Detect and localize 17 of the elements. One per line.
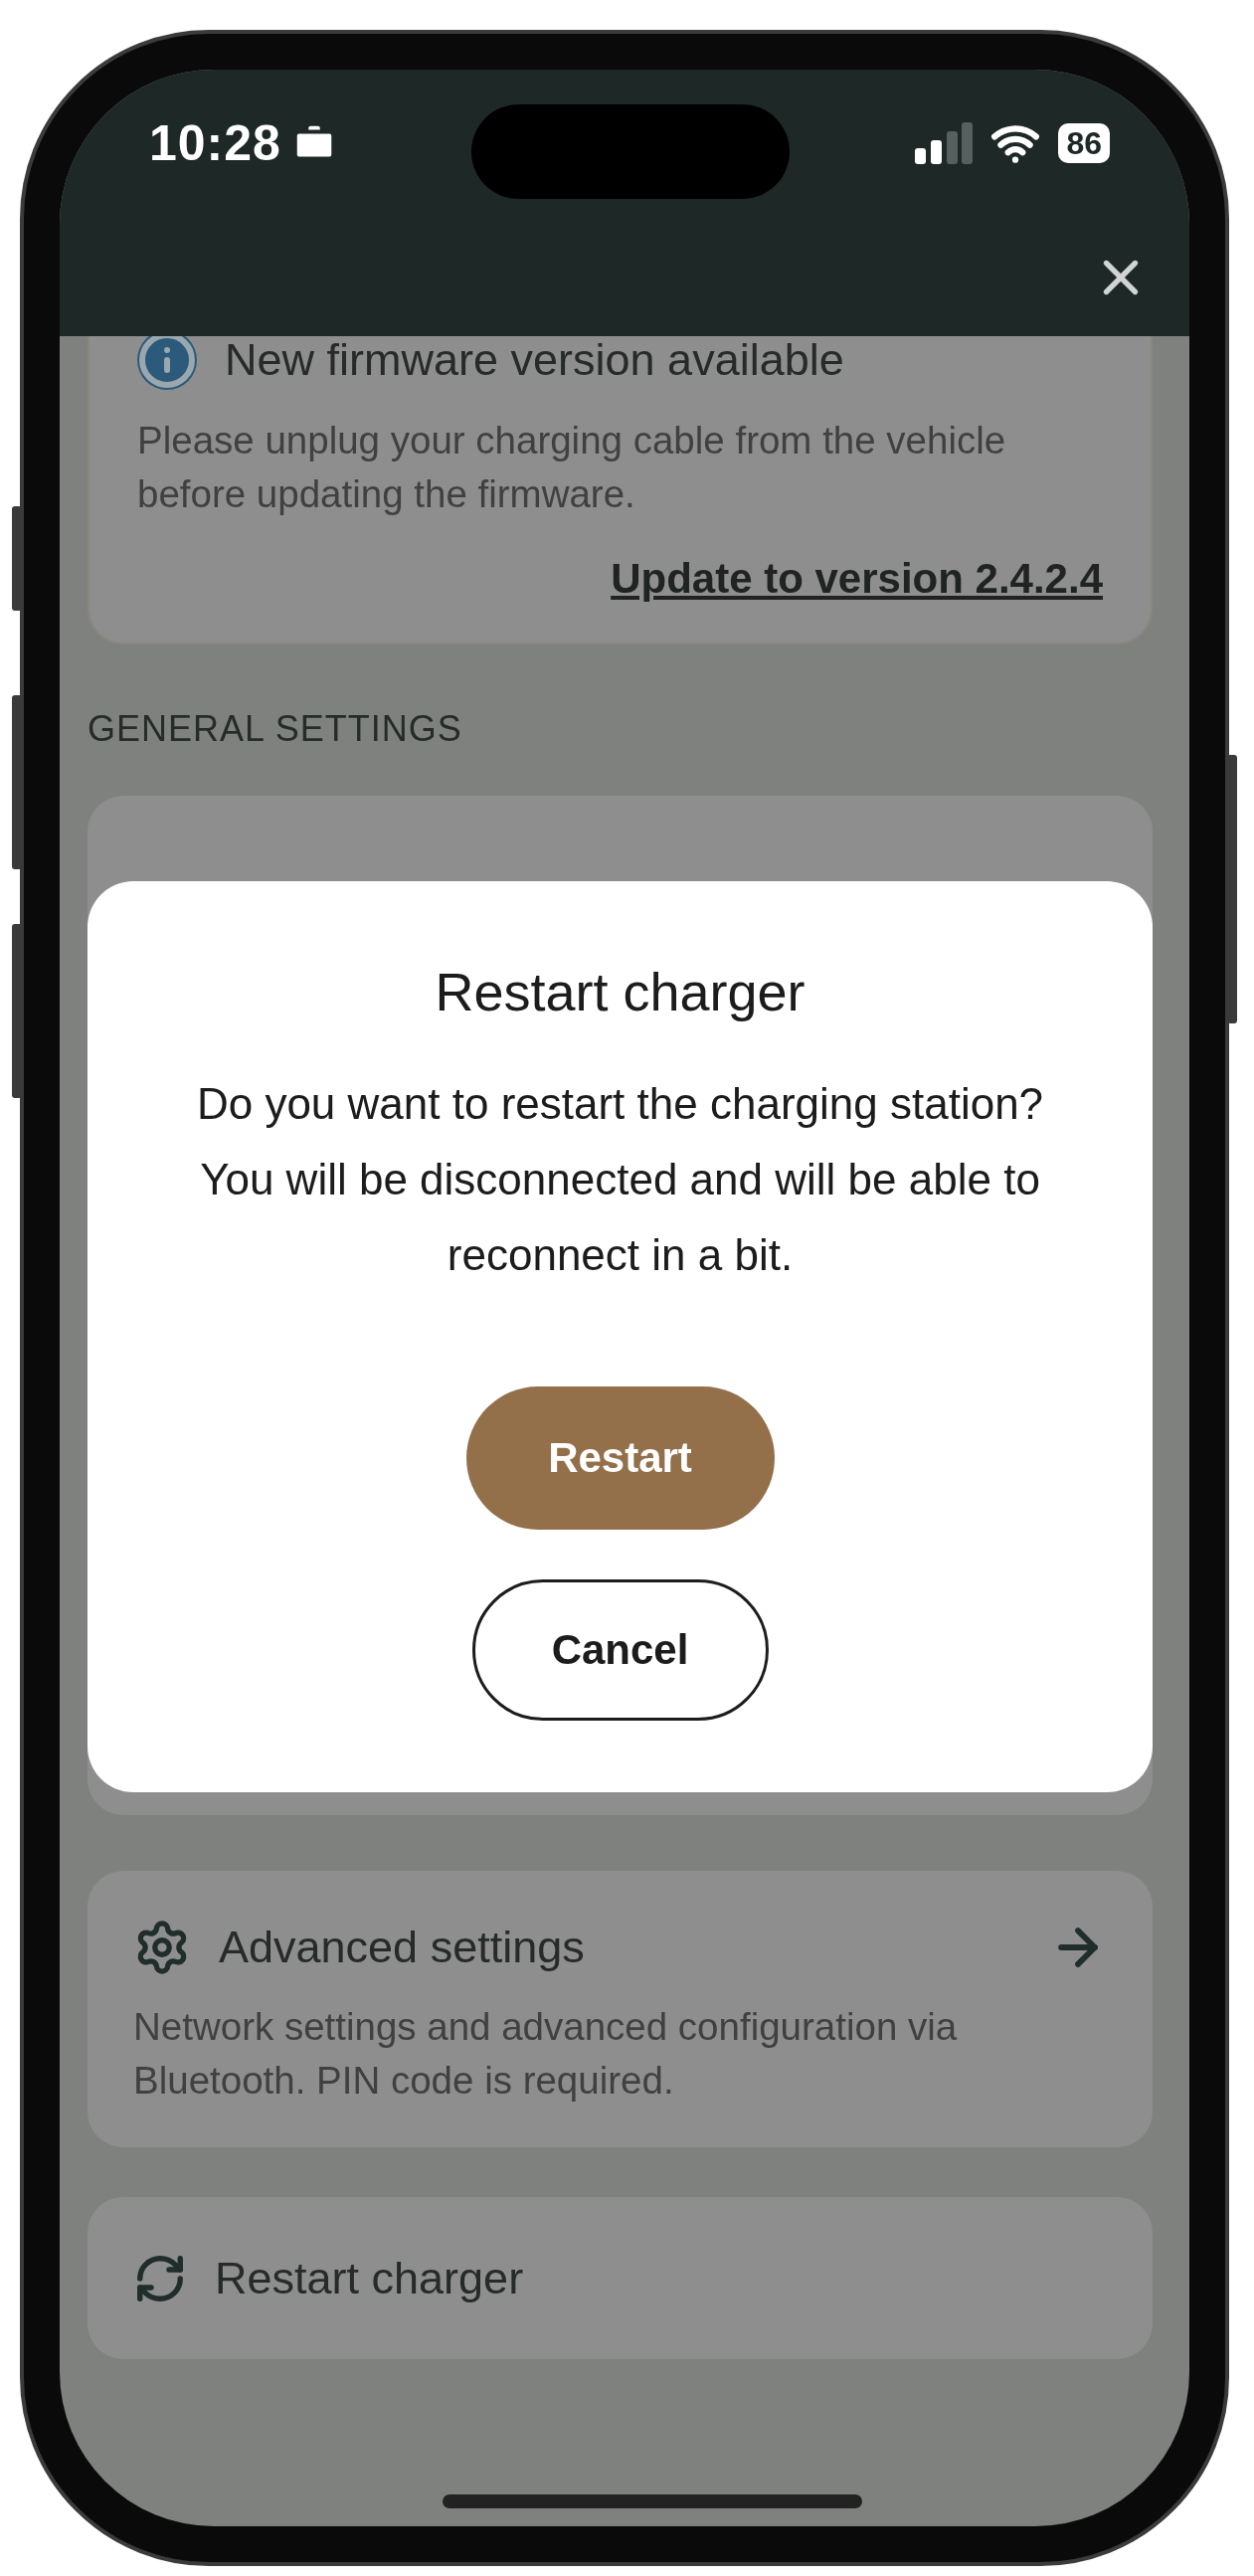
battery-indicator: 86 — [1058, 123, 1110, 163]
settings-card[interactable]: Restart charger — [88, 2197, 1153, 2359]
dialog-title: Restart charger — [435, 961, 806, 1022]
section-title: GENERAL SETTINGS — [88, 708, 463, 750]
cancel-button[interactable]: Cancel — [471, 1579, 769, 1721]
dialog-message: Do you want to restart the charging station? You will be disconnected and will be able to reconnect in a bit. — [195, 1078, 1045, 1281]
settings-card[interactable]: Advanced settings Network settings and advanced configuration via Bluetooth. PIN code is required. — [88, 1871, 1153, 2147]
setting-title: Restart charger — [215, 2252, 524, 2304]
firmware-message: Please unplug your charging cable from the vehicle before updating the firmware. — [137, 418, 1007, 517]
signal-icon — [915, 122, 974, 164]
firmware-title: New firmware version available — [225, 336, 844, 386]
info-icon — [137, 336, 197, 390]
setting-description: Network settings and advanced configuration via Bluetooth. PIN code is required. — [133, 2004, 959, 2104]
restart-button[interactable]: Restart — [465, 1386, 775, 1530]
status-time: 10:28 — [149, 114, 281, 172]
setting-title: Advanced settings — [219, 1922, 585, 1973]
update-link[interactable]: Update to version 2.4.2.4 — [611, 555, 1103, 603]
